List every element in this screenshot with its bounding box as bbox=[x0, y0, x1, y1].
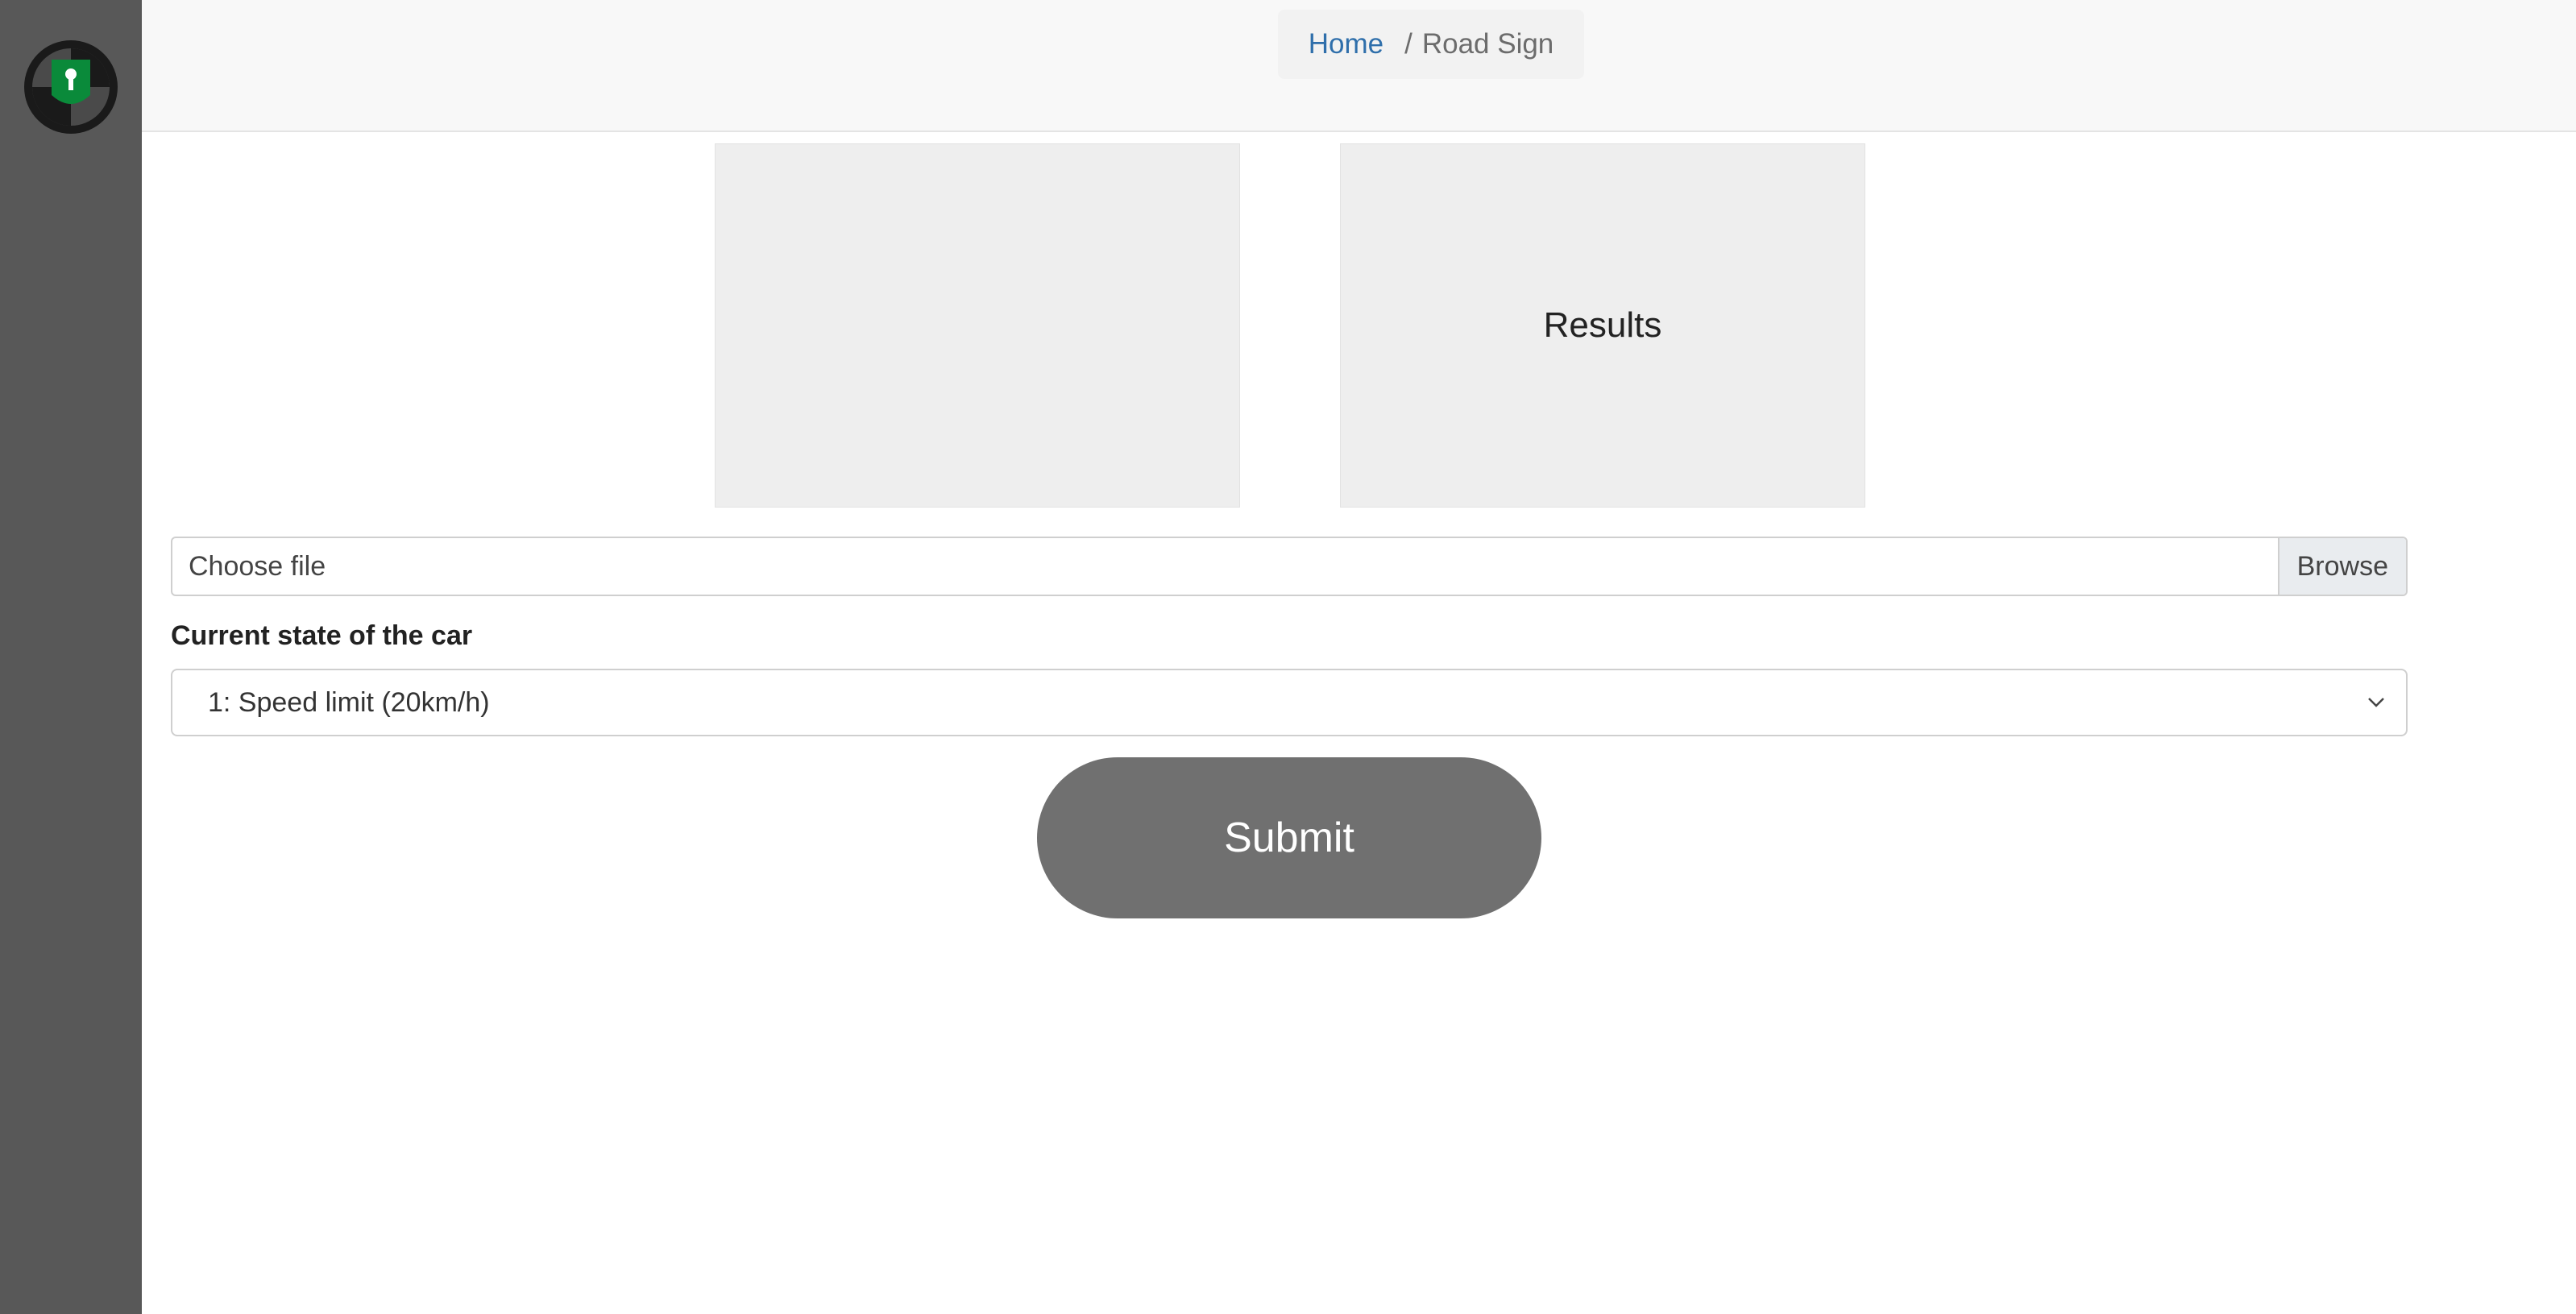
breadcrumb-current: Road Sign bbox=[1421, 28, 1554, 60]
sidebar bbox=[0, 0, 142, 1314]
car-state-selected-value: 1: Speed limit (20km/h) bbox=[208, 686, 490, 718]
results-panel: Results bbox=[1340, 143, 1865, 508]
top-bar: Home / Road Sign bbox=[142, 0, 2576, 132]
car-state-select[interactable]: 1: Speed limit (20km/h) bbox=[171, 669, 2408, 736]
breadcrumb: Home / Road Sign bbox=[1278, 10, 1584, 79]
car-state-label: Current state of the car bbox=[171, 620, 473, 651]
chevron-down-icon bbox=[2368, 698, 2384, 707]
breadcrumb-home-link[interactable]: Home bbox=[1309, 28, 1383, 60]
breadcrumb-separator: / bbox=[1404, 28, 1412, 60]
results-label: Results bbox=[1543, 305, 1662, 345]
file-upload-placeholder: Choose file bbox=[189, 550, 326, 582]
steering-wheel-logo-icon[interactable] bbox=[19, 35, 122, 139]
browse-button[interactable]: Browse bbox=[2277, 538, 2406, 595]
image-preview-panel bbox=[715, 143, 1240, 508]
file-upload-input[interactable]: Choose file Browse bbox=[171, 537, 2408, 596]
submit-button[interactable]: Submit bbox=[1037, 757, 1541, 918]
